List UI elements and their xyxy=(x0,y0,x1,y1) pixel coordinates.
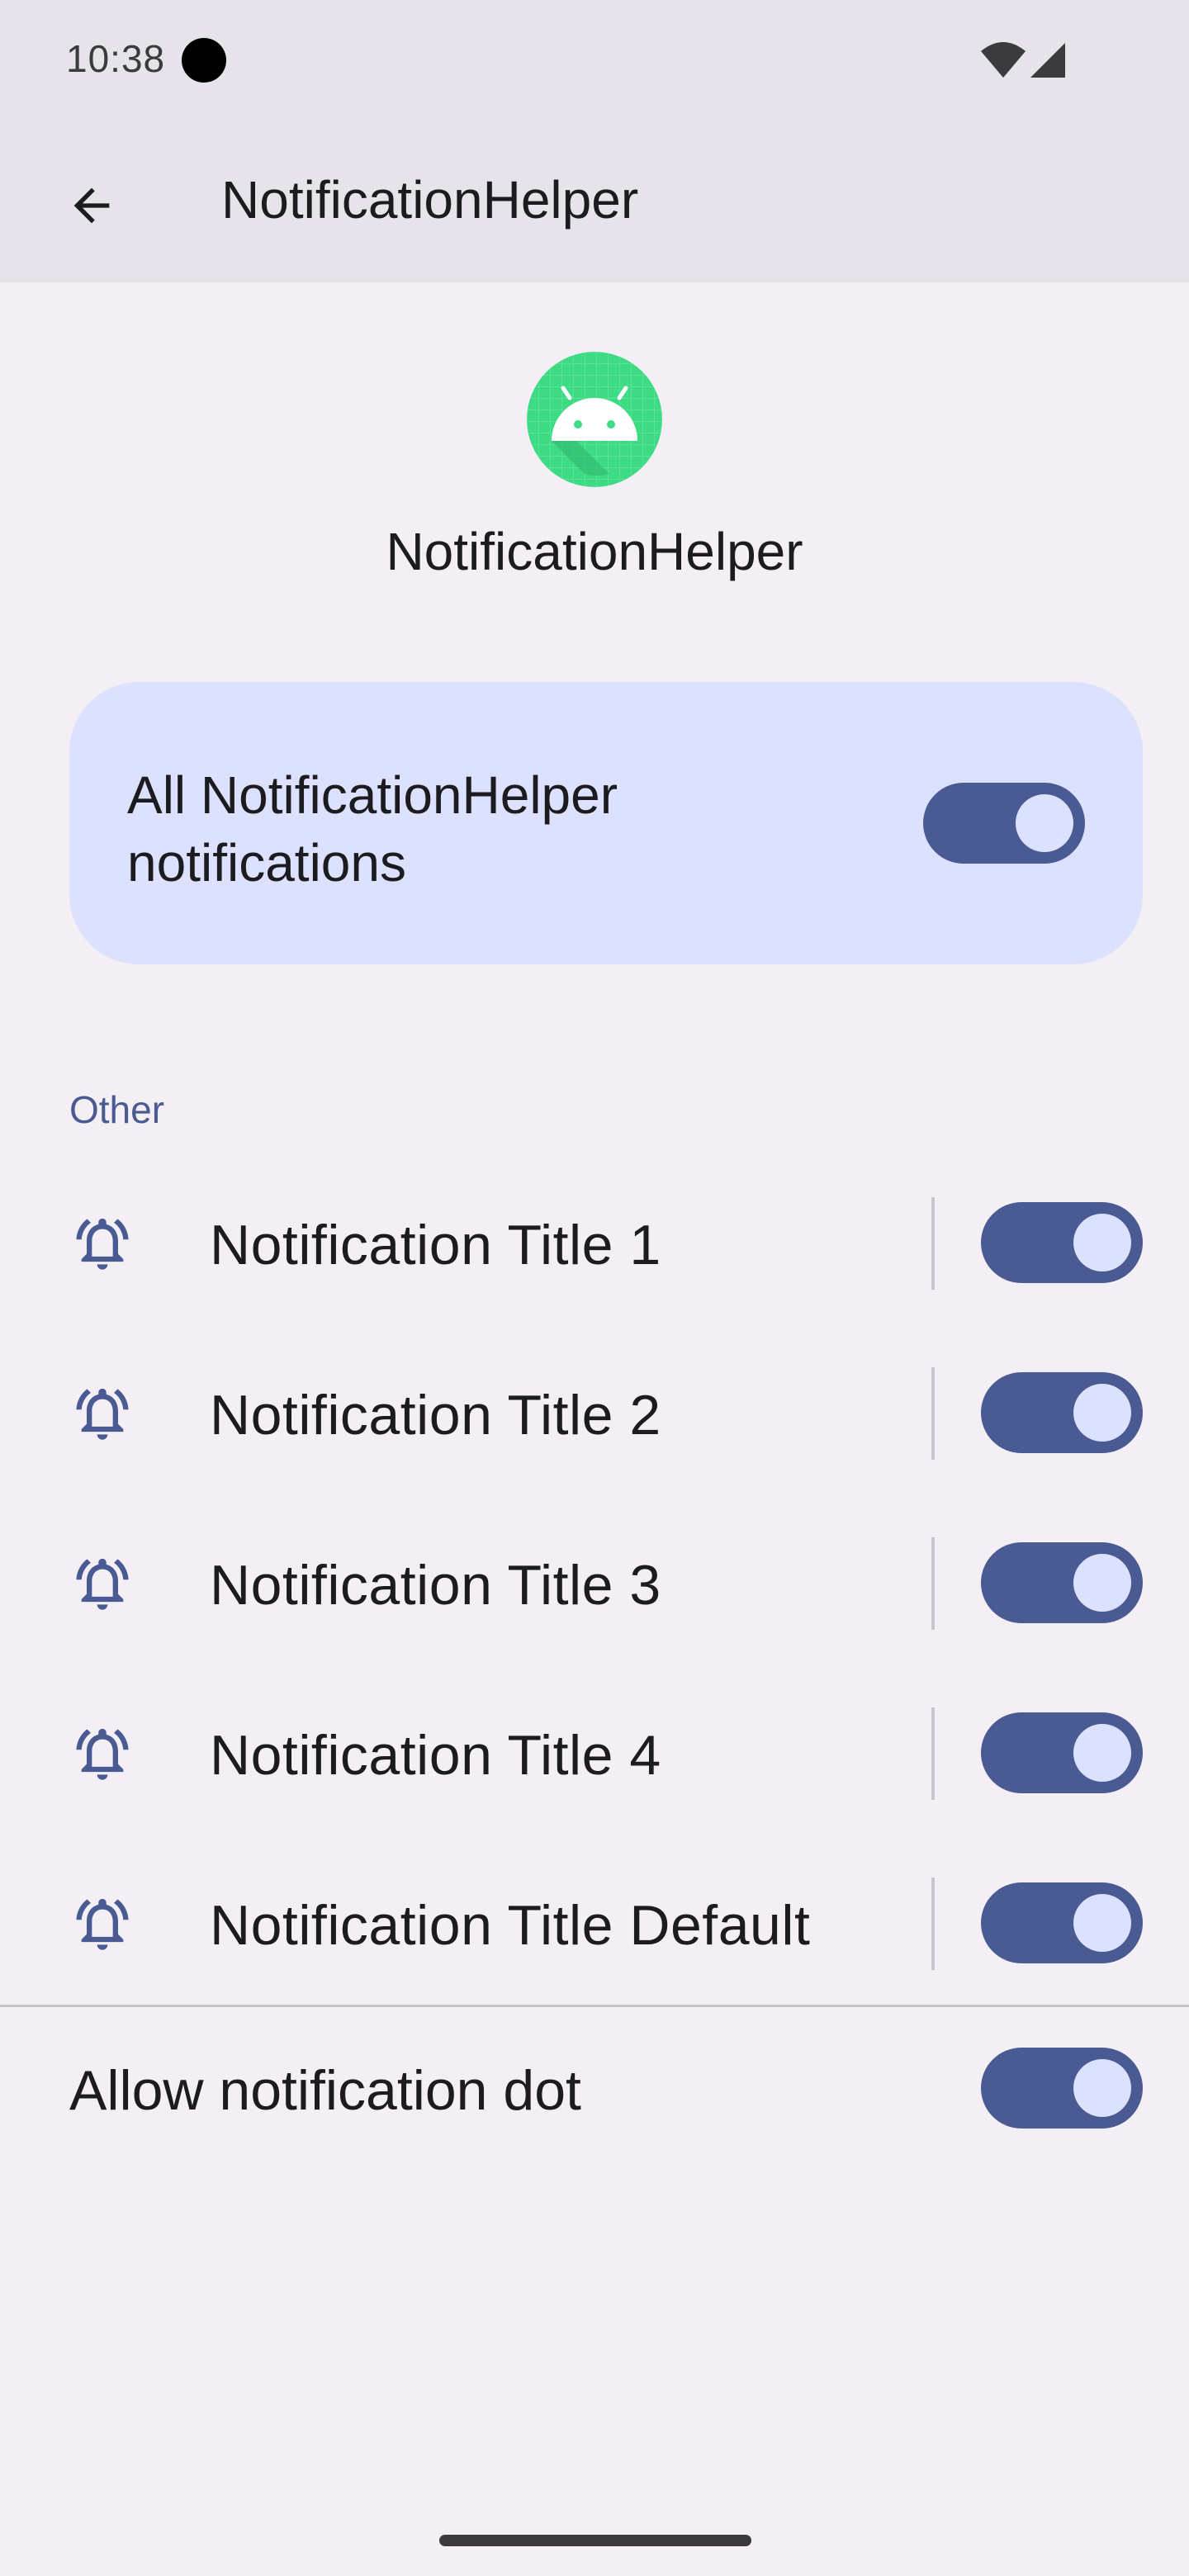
app-bar-title: NotificationHelper xyxy=(221,170,639,230)
channel-title: Notification Title 4 xyxy=(210,1724,661,1787)
wifi-icon xyxy=(981,42,1026,78)
channel-row-default[interactable]: Notification Title Default xyxy=(0,1838,1189,2008)
bell-ringing-icon xyxy=(76,1388,129,1440)
back-button[interactable] xyxy=(46,160,137,251)
channel-row-1[interactable]: Notification Title 1 xyxy=(0,1158,1189,1328)
camera-cutout xyxy=(182,38,226,83)
channel-title: Notification Title Default xyxy=(210,1894,811,1957)
bell-ringing-icon xyxy=(76,1218,129,1270)
bell-ringing-icon xyxy=(76,1728,129,1780)
section-header-other: Other xyxy=(69,1088,165,1131)
all-notifications-card[interactable]: All NotificationHelper notifications xyxy=(69,682,1143,964)
row-divider xyxy=(931,1197,935,1290)
all-notifications-label: All NotificationHelper notifications xyxy=(127,765,618,893)
row-divider xyxy=(931,1878,935,1970)
channel-row-4[interactable]: Notification Title 4 xyxy=(0,1668,1189,1838)
channel-row-2[interactable]: Notification Title 2 xyxy=(0,1328,1189,1498)
channel-title: Notification Title 2 xyxy=(210,1384,661,1447)
switch-thumb xyxy=(1073,1214,1131,1271)
switch-thumb xyxy=(1073,1894,1131,1952)
app-name: NotificationHelper xyxy=(386,522,803,581)
channel-switch-4[interactable] xyxy=(981,1712,1143,1793)
notification-dot-switch[interactable] xyxy=(981,2048,1143,2129)
channel-switch-3[interactable] xyxy=(981,1542,1143,1623)
gesture-navigation-handle[interactable] xyxy=(439,2535,751,2546)
row-divider xyxy=(931,1367,935,1460)
android-icon xyxy=(527,352,662,487)
switch-thumb xyxy=(1073,1384,1131,1442)
bell-ringing-icon xyxy=(76,1558,129,1610)
channel-title: Notification Title 3 xyxy=(210,1554,661,1617)
switch-thumb xyxy=(1073,1554,1131,1612)
notification-dot-row[interactable]: Allow notification dot xyxy=(0,2006,1189,2171)
switch-thumb xyxy=(1073,1724,1131,1782)
all-notifications-switch[interactable] xyxy=(923,783,1085,864)
status-time: 10:38 xyxy=(66,37,166,80)
switch-thumb xyxy=(1073,2059,1131,2117)
status-bar: 10:38 xyxy=(0,0,1189,124)
switch-thumb xyxy=(1016,794,1073,852)
cellular-signal-icon xyxy=(1030,43,1065,78)
channel-switch-1[interactable] xyxy=(981,1202,1143,1283)
channel-row-3[interactable]: Notification Title 3 xyxy=(0,1498,1189,1668)
notification-dot-label: Allow notification dot xyxy=(69,2059,581,2122)
channel-switch-default[interactable] xyxy=(981,1882,1143,1963)
channel-title: Notification Title 1 xyxy=(210,1214,661,1276)
row-divider xyxy=(931,1707,935,1800)
arrow-back-icon xyxy=(73,187,110,224)
bell-ringing-icon xyxy=(76,1898,129,1950)
row-divider xyxy=(931,1537,935,1630)
channel-switch-2[interactable] xyxy=(981,1372,1143,1453)
